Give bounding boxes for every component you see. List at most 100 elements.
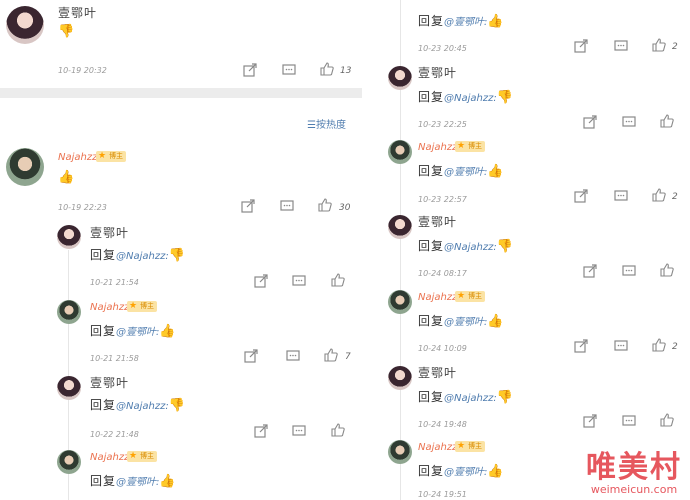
share-icon[interactable] bbox=[583, 414, 597, 428]
share-icon[interactable] bbox=[574, 39, 588, 53]
comment-time: 10-19 22:23 bbox=[58, 203, 107, 212]
comment-icon[interactable] bbox=[614, 39, 628, 53]
commenter-name[interactable]: Najahzz bbox=[90, 302, 129, 313]
avatar[interactable] bbox=[388, 440, 412, 464]
share-icon[interactable] bbox=[574, 339, 588, 353]
avatar[interactable] bbox=[6, 6, 44, 44]
author-badge: 博主 bbox=[455, 141, 485, 152]
comment-icon[interactable] bbox=[282, 63, 296, 77]
like-icon[interactable] bbox=[331, 423, 345, 437]
reply-text: 回复@Najahzz:👎 bbox=[418, 390, 514, 405]
reply-text: 回复@Najahzz:👎 bbox=[418, 90, 514, 105]
avatar[interactable] bbox=[388, 140, 412, 164]
commenter-name[interactable]: Najahzz bbox=[58, 152, 97, 163]
reply-text: 回复@壹鄂叶:👍 bbox=[90, 474, 177, 489]
comment-icon[interactable] bbox=[622, 264, 636, 278]
commenter-name[interactable]: 壹鄂叶 bbox=[90, 374, 129, 391]
sort-by-hot-button[interactable]: ☰按热度 bbox=[307, 116, 346, 131]
commenter-name[interactable]: 壹鄂叶 bbox=[90, 224, 129, 241]
like-icon[interactable] bbox=[660, 413, 674, 427]
comment-icon[interactable] bbox=[286, 349, 300, 363]
site-watermark: 唯美村 weimeicun.com bbox=[586, 452, 682, 496]
like-icon[interactable] bbox=[652, 338, 666, 352]
commenter-name[interactable]: 壹鄂叶 bbox=[58, 4, 97, 21]
reply-text: 回复@壹鄂叶:👍 bbox=[90, 324, 177, 339]
avatar[interactable] bbox=[57, 300, 81, 324]
share-icon[interactable] bbox=[254, 424, 268, 438]
like-icon[interactable] bbox=[318, 198, 332, 212]
reply-time: 10-24 10:09 bbox=[418, 344, 467, 353]
reply-text: 回复@壹鄂叶:👍 bbox=[418, 314, 505, 329]
commenter-name[interactable]: 壹鄂叶 bbox=[418, 364, 457, 381]
avatar[interactable] bbox=[388, 290, 412, 314]
share-icon[interactable] bbox=[583, 115, 597, 129]
mention-link[interactable]: @Najahzz: bbox=[444, 393, 497, 404]
like-icon[interactable] bbox=[660, 114, 674, 128]
right-comment-panel: 回复@壹鄂叶:👍 10-23 20:45 2 壹鄂叶 回复@Najahzz:👎 … bbox=[378, 0, 690, 500]
avatar[interactable] bbox=[57, 225, 81, 249]
reply-time: 10-22 21:48 bbox=[90, 430, 139, 439]
comment-icon[interactable] bbox=[280, 199, 294, 213]
mention-link[interactable]: @壹鄂叶: bbox=[116, 327, 159, 338]
share-icon[interactable] bbox=[243, 63, 257, 77]
share-icon[interactable] bbox=[583, 264, 597, 278]
mention-link[interactable]: @壹鄂叶: bbox=[116, 477, 159, 488]
author-badge: 博主 bbox=[455, 291, 485, 302]
avatar[interactable] bbox=[388, 66, 412, 90]
like-icon[interactable] bbox=[660, 263, 674, 277]
like-icon[interactable] bbox=[320, 62, 334, 76]
comment-text: 👎 bbox=[58, 24, 75, 39]
comment-icon[interactable] bbox=[292, 424, 306, 438]
comment-icon[interactable] bbox=[292, 274, 306, 288]
mention-link[interactable]: @壹鄂叶: bbox=[444, 17, 487, 28]
commenter-name[interactable]: 壹鄂叶 bbox=[418, 64, 457, 81]
reply-text: 回复@Najahzz:👎 bbox=[418, 239, 514, 254]
share-icon[interactable] bbox=[244, 349, 258, 363]
thumbs-up-emoji: 👍 bbox=[487, 14, 505, 29]
commenter-name[interactable]: 壹鄂叶 bbox=[418, 213, 457, 230]
comment-icon[interactable] bbox=[622, 115, 636, 129]
thumbs-up-emoji: 👍 bbox=[487, 164, 505, 179]
share-icon[interactable] bbox=[241, 199, 255, 213]
author-badge: 博主 bbox=[127, 451, 157, 462]
avatar[interactable] bbox=[57, 450, 81, 474]
like-icon[interactable] bbox=[331, 273, 345, 287]
like-count: 2 bbox=[672, 192, 678, 202]
avatar[interactable] bbox=[57, 376, 81, 400]
mention-link[interactable]: @壹鄂叶: bbox=[444, 317, 487, 328]
comment-icon[interactable] bbox=[614, 339, 628, 353]
commenter-name[interactable]: Najahzz bbox=[90, 452, 129, 463]
comment-icon[interactable] bbox=[622, 414, 636, 428]
mention-link[interactable]: @Najahzz: bbox=[444, 242, 497, 253]
avatar[interactable] bbox=[388, 215, 412, 239]
share-icon[interactable] bbox=[574, 189, 588, 203]
mention-link[interactable]: @Najahzz: bbox=[444, 93, 497, 104]
mention-link[interactable]: @Najahzz: bbox=[116, 251, 169, 262]
reply-time: 10-21 21:54 bbox=[90, 278, 139, 287]
reply-time: 10-21 21:58 bbox=[90, 354, 139, 363]
like-icon[interactable] bbox=[324, 348, 338, 362]
reply-text: 回复@Najahzz:👎 bbox=[90, 398, 186, 413]
comment-icon[interactable] bbox=[614, 189, 628, 203]
like-icon[interactable] bbox=[652, 188, 666, 202]
thumbs-down-emoji: 👎 bbox=[496, 239, 514, 254]
thumbs-up-emoji: 👍 bbox=[159, 324, 177, 339]
reply-text: 回复@Najahzz:👎 bbox=[90, 248, 186, 263]
commenter-name[interactable]: Najahzz bbox=[418, 142, 457, 153]
reply-time: 10-23 22:25 bbox=[418, 120, 467, 129]
like-count: 2 bbox=[672, 342, 678, 352]
avatar[interactable] bbox=[388, 366, 412, 390]
mention-link[interactable]: @Najahzz: bbox=[116, 401, 169, 412]
avatar[interactable] bbox=[6, 148, 44, 186]
commenter-name[interactable]: Najahzz bbox=[418, 292, 457, 303]
thumbs-up-emoji: 👍 bbox=[58, 170, 76, 185]
reply-time: 10-23 20:45 bbox=[418, 44, 467, 53]
mention-link[interactable]: @壹鄂叶: bbox=[444, 467, 487, 478]
share-icon[interactable] bbox=[254, 274, 268, 288]
mention-link[interactable]: @壹鄂叶: bbox=[444, 167, 487, 178]
sort-icon: ☰ bbox=[307, 120, 316, 131]
author-badge: 博主 bbox=[455, 441, 485, 452]
like-icon[interactable] bbox=[652, 38, 666, 52]
commenter-name[interactable]: Najahzz bbox=[418, 442, 457, 453]
like-count: 7 bbox=[345, 352, 351, 362]
